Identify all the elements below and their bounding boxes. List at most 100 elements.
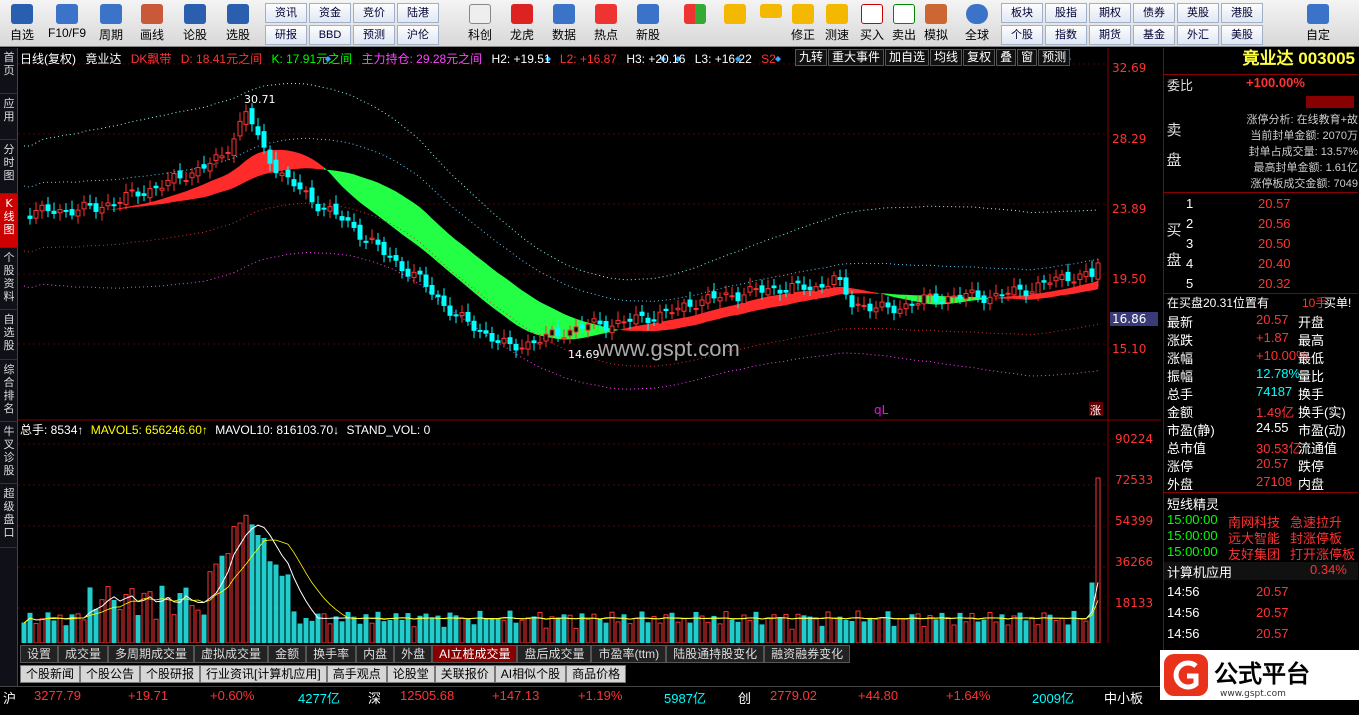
tb-shlon-button[interactable]: 沪伦 [397, 25, 439, 45]
draw-line-button[interactable]: 画线 [134, 2, 170, 45]
tab-add-watch[interactable]: 加自选 [885, 49, 930, 66]
watchlist-button[interactable]: 自选 [4, 2, 40, 45]
tab-multi-volume[interactable]: 多周期成交量 [108, 645, 195, 663]
tb-stock-button[interactable]: 个股 [1001, 25, 1043, 45]
tb-bbd-button[interactable]: BBD [309, 25, 351, 45]
tb-forecast-button[interactable]: 预测 [353, 25, 395, 45]
nav-super-quote[interactable]: 超级盘口 [0, 484, 18, 548]
tb-option-button[interactable]: 期权 [1089, 3, 1131, 23]
tab-margin[interactable]: 融资融券变化 [764, 645, 851, 663]
bid-row[interactable]: 4 20.40 [1164, 256, 1358, 274]
nav-timeshare[interactable]: 分时图 [0, 140, 18, 194]
tab-adjust[interactable]: 复权 [963, 49, 996, 66]
tb-futures-button[interactable]: 期货 [1089, 25, 1131, 45]
layout-button[interactable] [680, 2, 710, 45]
limit-analysis-line[interactable]: 涨停分析: 在线教育+故 [1186, 112, 1358, 128]
select-stock-button[interactable]: 选股 [220, 2, 256, 45]
sell-button[interactable]: 卖出 [888, 2, 920, 45]
tab-overlay[interactable]: 叠 [996, 49, 1017, 66]
period-button[interactable]: 周期 [94, 2, 128, 45]
tab-virtual-volume[interactable]: 虚拟成交量 [194, 645, 269, 663]
tab-turnover[interactable]: 换手率 [306, 645, 357, 663]
nav-profile[interactable]: 个股资料 [0, 248, 18, 310]
tb-auction-button[interactable]: 竞价 [353, 3, 395, 23]
tab-events[interactable]: 重大事件 [828, 49, 885, 66]
bid-row[interactable]: 2 20.56 [1164, 216, 1358, 234]
candle-body [507, 337, 513, 345]
tab-jiuzhuan[interactable]: 九转 [795, 49, 828, 66]
tab-inner[interactable]: 内盘 [356, 645, 395, 663]
tb-stockindex-button[interactable]: 股指 [1045, 3, 1087, 23]
tab-volume[interactable]: 成交量 [58, 645, 109, 663]
longhu-button[interactable]: 龙虎 [504, 2, 540, 45]
tab-window[interactable]: 窗 [1017, 49, 1038, 66]
tb-ukstock-button[interactable]: 英股 [1177, 3, 1219, 23]
tb-hkstock-button[interactable]: 港股 [1221, 3, 1263, 23]
tb-hk-button[interactable]: 陆港 [397, 3, 439, 23]
tab-after-volume[interactable]: 盘后成交量 [517, 645, 592, 663]
tab-research[interactable]: 个股研报 [140, 665, 201, 683]
candle-body [369, 237, 375, 240]
correct-button[interactable]: 修正 [786, 2, 820, 45]
indicator-info: 日线(复权) 竟业达 DK飘带 D: 18.41元之间 K: 17.91元之间 … [20, 50, 782, 66]
tab-outer[interactable]: 外盘 [394, 645, 433, 663]
tb-forex-button[interactable]: 外汇 [1177, 25, 1219, 45]
collapse-arrow-icon[interactable] [1306, 96, 1354, 108]
kline-chart[interactable]: 30.71 14.69 www.gspt.com qL 涨 [18, 48, 1161, 643]
tab-industry-news[interactable]: 行业资讯[计算机应用] [200, 665, 327, 683]
bid-row[interactable]: 5 20.32 [1164, 276, 1358, 294]
speed-button[interactable]: 测速 [820, 2, 854, 45]
data-button[interactable]: 数据 [546, 2, 582, 45]
nav-home[interactable]: 首页 [0, 48, 18, 94]
tab-ai-similar[interactable]: AI相似个股 [494, 665, 567, 683]
tab-ai-volume[interactable]: AI立桩成交量 [432, 645, 518, 663]
up-button[interactable] [756, 2, 786, 45]
nav-kline[interactable]: K线图 [0, 194, 18, 248]
tb-sector-button[interactable]: 板块 [1001, 3, 1043, 23]
f10-button[interactable]: F10/F9 [44, 2, 90, 45]
zx-label[interactable]: 中小板 [1104, 688, 1143, 707]
simulate-button[interactable]: 模拟 [920, 2, 952, 45]
industry-row[interactable]: 计算机应用 0.34% [1164, 562, 1358, 580]
sz-index[interactable]: 12505.68 [400, 688, 454, 703]
tab-expert[interactable]: 高手观点 [326, 665, 387, 683]
tab-predict[interactable]: 预测 [1038, 49, 1071, 66]
tb-fund-button[interactable]: 资金 [309, 3, 351, 23]
candle-body [57, 209, 63, 214]
nav-watchlist[interactable]: 自选股 [0, 310, 18, 360]
bid-row[interactable]: 3 20.50 [1164, 236, 1358, 254]
tab-pe-ttm[interactable]: 市盈率(ttm) [591, 645, 667, 663]
nav-ranking[interactable]: 综合排名 [0, 360, 18, 422]
global-button[interactable]: 全球 [958, 2, 996, 45]
candle-body [1071, 281, 1077, 284]
tab-amount[interactable]: 金额 [268, 645, 307, 663]
tb-bond-button[interactable]: 债券 [1133, 3, 1175, 23]
buy-button[interactable]: 买入 [856, 2, 888, 45]
back-button[interactable] [720, 2, 750, 45]
tb-fund-button-2[interactable]: 基金 [1133, 25, 1175, 45]
elf-row[interactable]: 15:00:00 友好集团 打开涨停板 [1164, 544, 1358, 562]
kechuang-button[interactable]: 科创 [462, 2, 498, 45]
tab-related[interactable]: 关联报价 [434, 665, 495, 683]
hotspot-button[interactable]: 热点 [588, 2, 624, 45]
tb-info-button[interactable]: 资讯 [265, 3, 307, 23]
cy-index[interactable]: 2779.02 [770, 688, 817, 703]
tab-hk-holding[interactable]: 陆股通持股变化 [666, 645, 765, 663]
nav-apps[interactable]: 应用 [0, 94, 18, 140]
discuss-button[interactable]: 论股 [178, 2, 212, 45]
tb-report-button[interactable]: 研报 [265, 25, 307, 45]
nav-diagnose[interactable]: 牛叉诊股 [0, 422, 18, 484]
custom-button[interactable]: 自定 [1298, 2, 1338, 45]
bid-row[interactable]: 1 20.57 [1164, 196, 1358, 214]
sh-index[interactable]: 3277.79 [34, 688, 81, 703]
tb-usstock-button[interactable]: 美股 [1221, 25, 1263, 45]
tab-forum[interactable]: 论股堂 [386, 665, 435, 683]
tab-stock-news[interactable]: 个股新闻 [20, 665, 81, 683]
ma-ribbon-segment [402, 195, 408, 239]
newstock-button[interactable]: 新股 [630, 2, 666, 45]
tab-announce[interactable]: 个股公告 [80, 665, 141, 683]
tab-settings[interactable]: 设置 [20, 645, 59, 663]
tb-index-button[interactable]: 指数 [1045, 25, 1087, 45]
tab-commodity[interactable]: 商品价格 [566, 665, 627, 683]
tab-ma[interactable]: 均线 [930, 49, 963, 66]
